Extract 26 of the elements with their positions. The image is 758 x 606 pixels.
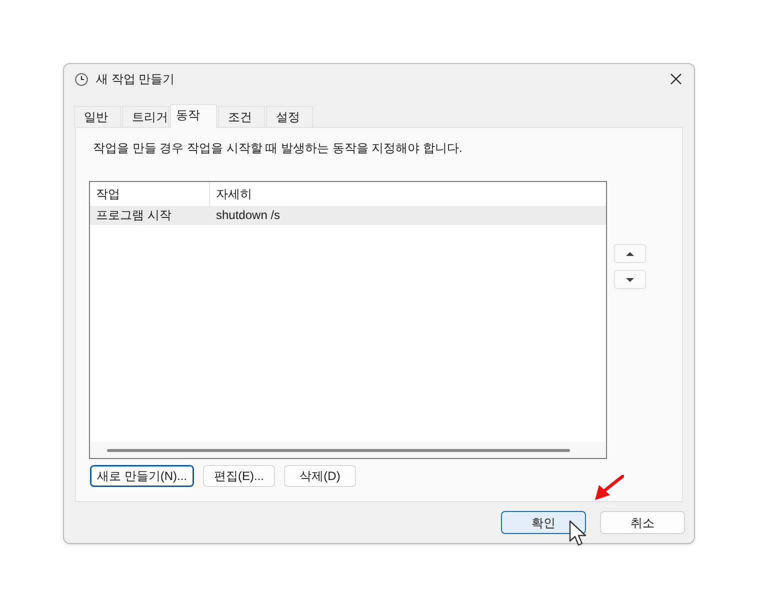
- table-cell-text: shutdown /s: [215, 207, 282, 224]
- table-row[interactable]: 프로그램 시작 shutdown /s: [90, 206, 606, 225]
- column-header[interactable]: 자세히: [210, 182, 606, 206]
- annotation-arrow: [593, 475, 624, 502]
- down-triangle-icon: [626, 278, 634, 282]
- window-title: 새 작업 만들기: [96, 71, 175, 88]
- tab[interactable]: 트리거: [122, 106, 169, 127]
- list-action-button[interactable]: 삭제(D): [284, 465, 356, 487]
- description-text: 작업을 만들 경우 작업을 시작할 때 발생하는 동작을 지정해야 합니다.: [93, 140, 464, 156]
- up-triangle-icon: [626, 252, 634, 256]
- scrollbar-thumb[interactable]: [107, 448, 570, 452]
- move-down-button[interactable]: [614, 270, 646, 289]
- move-up-button[interactable]: [614, 244, 646, 263]
- ok-button[interactable]: 확인: [501, 511, 586, 534]
- mouse-cursor-icon: [569, 520, 587, 547]
- close-icon: [670, 73, 682, 85]
- scrollbar-track[interactable]: [90, 442, 606, 458]
- tab[interactable]: 일반: [74, 106, 121, 127]
- tab[interactable]: 조건: [218, 106, 265, 127]
- tab[interactable]: 설정: [266, 106, 313, 127]
- list-action-button[interactable]: 새로 만들기(N)...: [90, 465, 194, 487]
- table-cell-text: 프로그램 시작: [95, 207, 172, 224]
- list-action-button[interactable]: 편집(E)...: [203, 465, 275, 487]
- cancel-button[interactable]: 취소: [600, 511, 685, 534]
- clock-icon: [75, 72, 88, 86]
- tab[interactable]: 동작: [170, 104, 217, 128]
